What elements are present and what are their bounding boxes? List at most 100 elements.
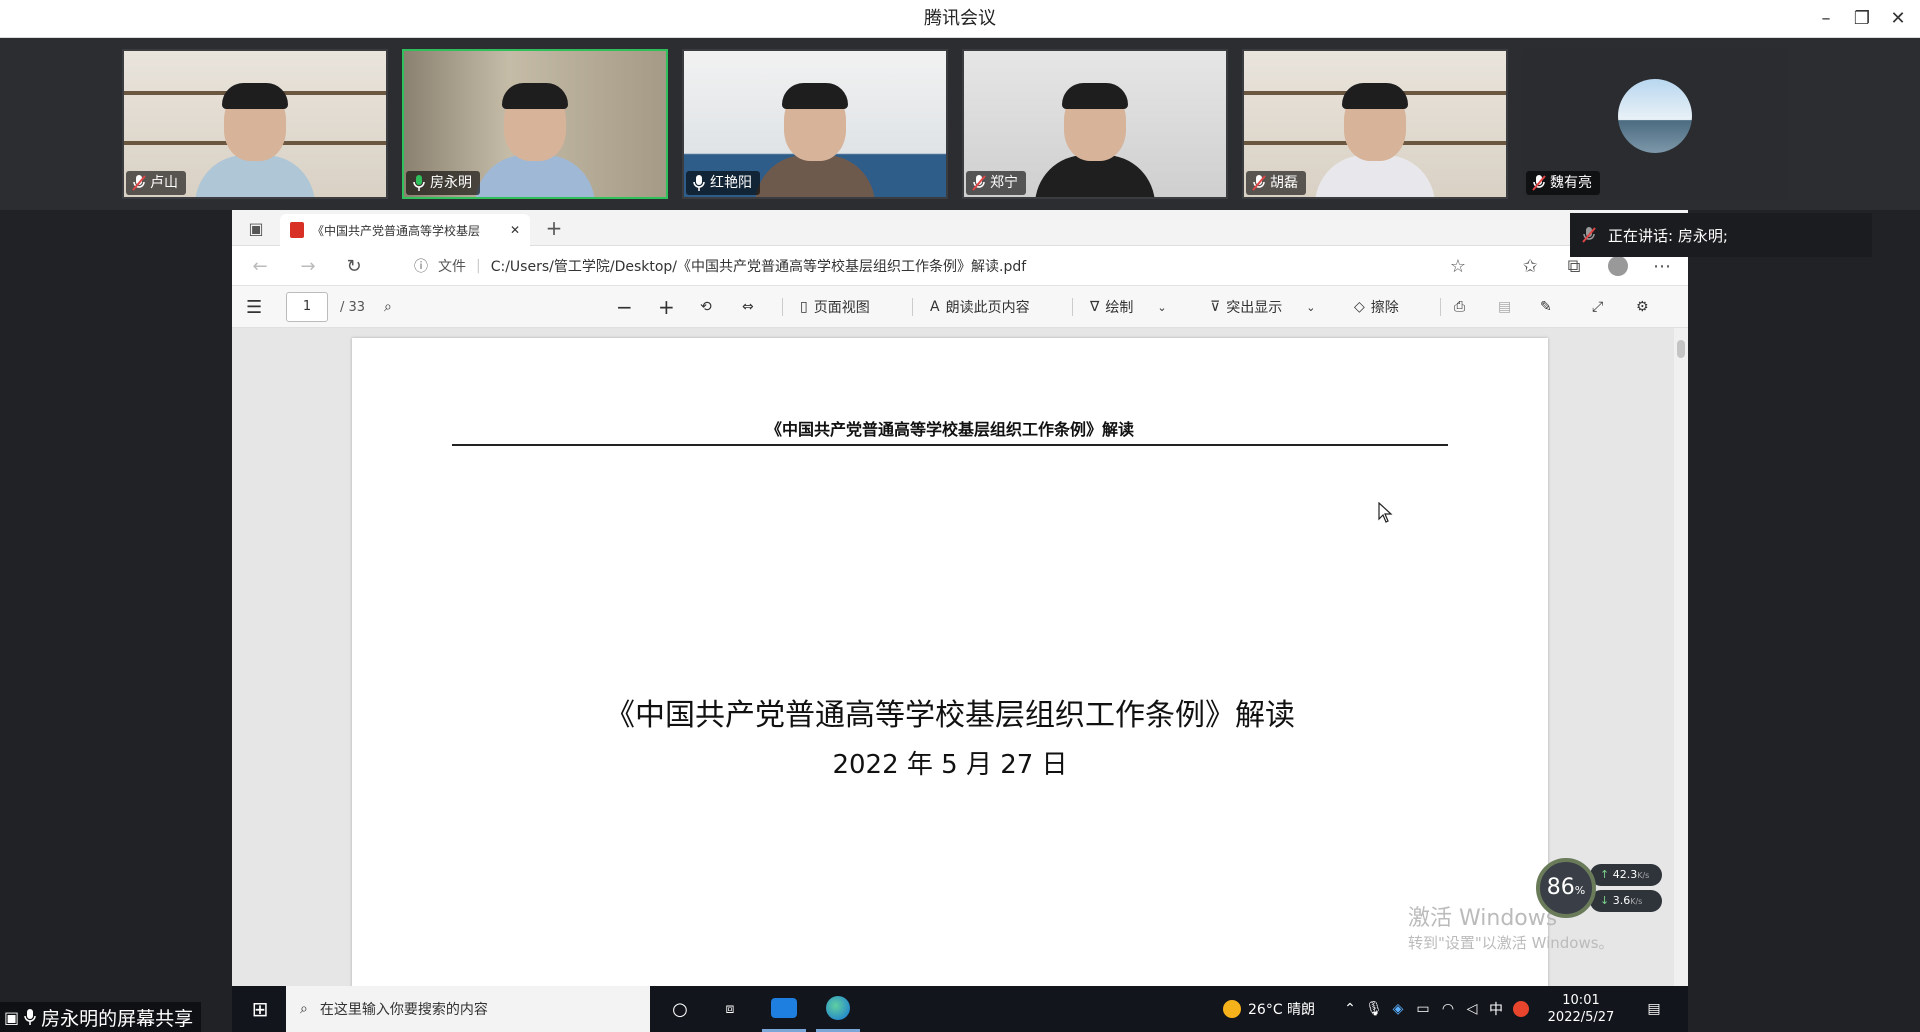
zoom-out-icon[interactable]: − (616, 286, 633, 328)
erase-button[interactable]: ◇ 擦除 (1354, 286, 1399, 328)
participant-name: 魏有亮 (1550, 175, 1592, 191)
participant-tile[interactable]: 魏有亮 (1522, 49, 1788, 199)
video-strip: 卢山 房永明 红艳阳 郑宁 胡磊 魏有亮 (0, 38, 1920, 210)
page-view-button[interactable]: ▯ 页面视图 (800, 286, 870, 328)
header-rule (452, 444, 1448, 446)
taskbar-clock[interactable]: 10:01 2022/5/27 (1542, 986, 1620, 1032)
highlight-label: 突出显示 (1226, 300, 1283, 316)
share-label-text: 房永明的屏幕共享 (41, 1007, 194, 1030)
url-scheme-label: 文件 (438, 259, 466, 275)
zoom-in-icon[interactable]: + (658, 286, 675, 328)
memory-usage-gauge: 86% (1536, 858, 1596, 918)
sogou-ime-icon[interactable] (1510, 986, 1532, 1032)
wifi-icon[interactable]: ◠ (1438, 986, 1458, 1032)
contents-icon[interactable]: ☰ (246, 286, 262, 328)
security-tray-icon[interactable]: ◈ (1388, 986, 1408, 1032)
search-icon[interactable]: ⌕ (384, 286, 392, 328)
mic-icon (24, 1009, 36, 1025)
participant-tile[interactable]: 胡磊 (1242, 49, 1508, 199)
browser-tab[interactable]: 《中国共产党普通高等学校基层 ✕ (280, 214, 530, 246)
address-field[interactable]: ⓘ 文件 | C:/Users/管工学院/Desktop/《中国共产党普通高等学… (404, 252, 1468, 280)
shared-screen: ▣ 《中国共产党普通高等学校基层 ✕ + ← → ↻ ⓘ 文件 | C:/Use… (232, 210, 1688, 986)
settings-icon[interactable]: ⚙ (1636, 286, 1649, 328)
minimize-button[interactable]: – (1808, 0, 1844, 38)
participant-tile[interactable]: 红艳阳 (682, 49, 948, 199)
windows-taskbar: ⊞ ⌕ 在这里输入你要搜索的内容 ○ ⧈ 26°C 晴朗 ⌃ 🎙 ◈ ▭ ◠ ◁… (232, 986, 1688, 1032)
app-title: 腾讯会议 (924, 8, 996, 29)
close-button[interactable]: ✕ (1880, 0, 1916, 38)
highlight-icon: ⊽ (1210, 299, 1221, 315)
edge-taskbar-icon[interactable] (816, 986, 860, 1032)
favorite-add-icon[interactable]: ☆ (1442, 250, 1474, 282)
mic-muted-icon (972, 175, 986, 191)
read-aloud-button[interactable]: A 朗读此页内容 (930, 286, 1030, 328)
close-tab-icon[interactable]: ✕ (510, 223, 520, 237)
windows-start-icon[interactable]: ⊞ (244, 986, 276, 1032)
mic-muted-icon (132, 175, 146, 191)
participant-name-tag: 房永明 (406, 171, 480, 195)
participant-figure (1315, 77, 1435, 197)
mic-muted-icon (1252, 175, 1266, 191)
participant-tile[interactable]: 郑宁 (962, 49, 1228, 199)
erase-label: 擦除 (1370, 300, 1399, 316)
meeting-title-bar: 腾讯会议 – ❐ ✕ (0, 0, 1920, 38)
page-view-label: 页面视图 (813, 300, 870, 316)
download-speed: ↓ 3.6K/s (1590, 890, 1662, 912)
new-tab-icon[interactable]: + (538, 212, 570, 244)
mouse-cursor-icon (1378, 502, 1393, 523)
document-title: 《中国共产党普通高等学校基层组织工作条例》解读 (605, 698, 1295, 733)
save-icon[interactable]: ▤ (1498, 286, 1511, 328)
notification-icon[interactable]: ▤ (1634, 986, 1674, 1032)
save-as-icon[interactable]: ✎ (1540, 286, 1552, 328)
back-icon[interactable]: ← (244, 250, 276, 282)
battery-icon[interactable]: ▭ (1412, 986, 1434, 1032)
draw-label: 绘制 (1105, 300, 1134, 316)
favorites-icon[interactable]: ✩ (1514, 250, 1546, 282)
print-icon[interactable]: ⎙ (1454, 286, 1465, 328)
microphone-tray-icon[interactable]: 🎙 (1364, 986, 1384, 1032)
highlight-button[interactable]: ⊽ 突出显示 ⌄ (1210, 286, 1315, 328)
refresh-icon[interactable]: ↻ (338, 250, 370, 282)
pdf-icon (290, 222, 304, 238)
volume-icon[interactable]: ◁ (1462, 986, 1482, 1032)
participant-name-tag: 卢山 (126, 171, 186, 195)
fit-page-icon[interactable]: ⇔ (742, 286, 754, 328)
page-number-input[interactable]: 1 (286, 292, 328, 322)
rotate-icon[interactable]: ⟲ (700, 286, 712, 328)
read-aloud-icon: A (930, 299, 940, 315)
participant-tile-active[interactable]: 房永明 (402, 49, 668, 199)
vertical-scrollbar[interactable] (1674, 328, 1688, 986)
restore-button[interactable]: ❐ (1844, 0, 1880, 38)
tencent-meeting-taskbar-icon[interactable] (762, 986, 806, 1032)
pdf-page: 《中国共产党普通高等学校基层组织工作条例》解读 《中国共产党普通高等学校基层组织… (352, 338, 1548, 986)
chevron-down-icon: ⌄ (1306, 300, 1316, 314)
task-view-icon[interactable]: ⧈ (710, 986, 750, 1032)
document-date: 2022 年 5 月 27 日 (832, 750, 1068, 780)
taskbar-search[interactable]: ⌕ 在这里输入你要搜索的内容 (286, 986, 650, 1032)
participant-name: 郑宁 (990, 175, 1018, 191)
participant-name-tag: 红艳阳 (686, 171, 760, 195)
avatar (1618, 79, 1692, 153)
forward-icon[interactable]: → (292, 250, 324, 282)
weather-text[interactable]: 26°C 晴朗 (1248, 986, 1315, 1032)
pdf-viewport[interactable]: 《中国共产党普通高等学校基层组织工作条例》解读 《中国共产党普通高等学校基层组织… (232, 328, 1688, 986)
chevron-up-icon[interactable]: ⌃ (1340, 986, 1360, 1032)
draw-button[interactable]: ∇ 绘制 ⌄ (1090, 286, 1167, 328)
ime-indicator[interactable]: 中 (1486, 986, 1506, 1032)
speaking-text: 正在讲话: 房永明; (1608, 226, 1728, 245)
fullscreen-icon[interactable]: ⤢ (1592, 286, 1603, 328)
participant-name: 红艳阳 (710, 175, 752, 191)
participant-figure (195, 77, 315, 197)
participant-tile[interactable]: 卢山 (122, 49, 388, 199)
network-speed-widget[interactable]: ↑ 42.3K/s ↓ 3.6K/s 86% (1536, 858, 1664, 918)
chevron-down-icon: ⌄ (1157, 300, 1167, 314)
mic-muted-icon (1582, 227, 1596, 243)
participant-figure (755, 77, 875, 197)
tab-actions-icon[interactable]: ▣ (240, 212, 272, 244)
address-bar-row: ← → ↻ ⓘ 文件 | C:/Users/管工学院/Desktop/《中国共产… (232, 246, 1688, 286)
cortana-icon[interactable]: ○ (660, 986, 700, 1032)
participant-figure (475, 77, 595, 197)
screen-share-icon: ▣ (4, 1007, 20, 1027)
scrollbar-thumb[interactable] (1677, 340, 1685, 358)
mic-muted-icon (1532, 175, 1546, 191)
